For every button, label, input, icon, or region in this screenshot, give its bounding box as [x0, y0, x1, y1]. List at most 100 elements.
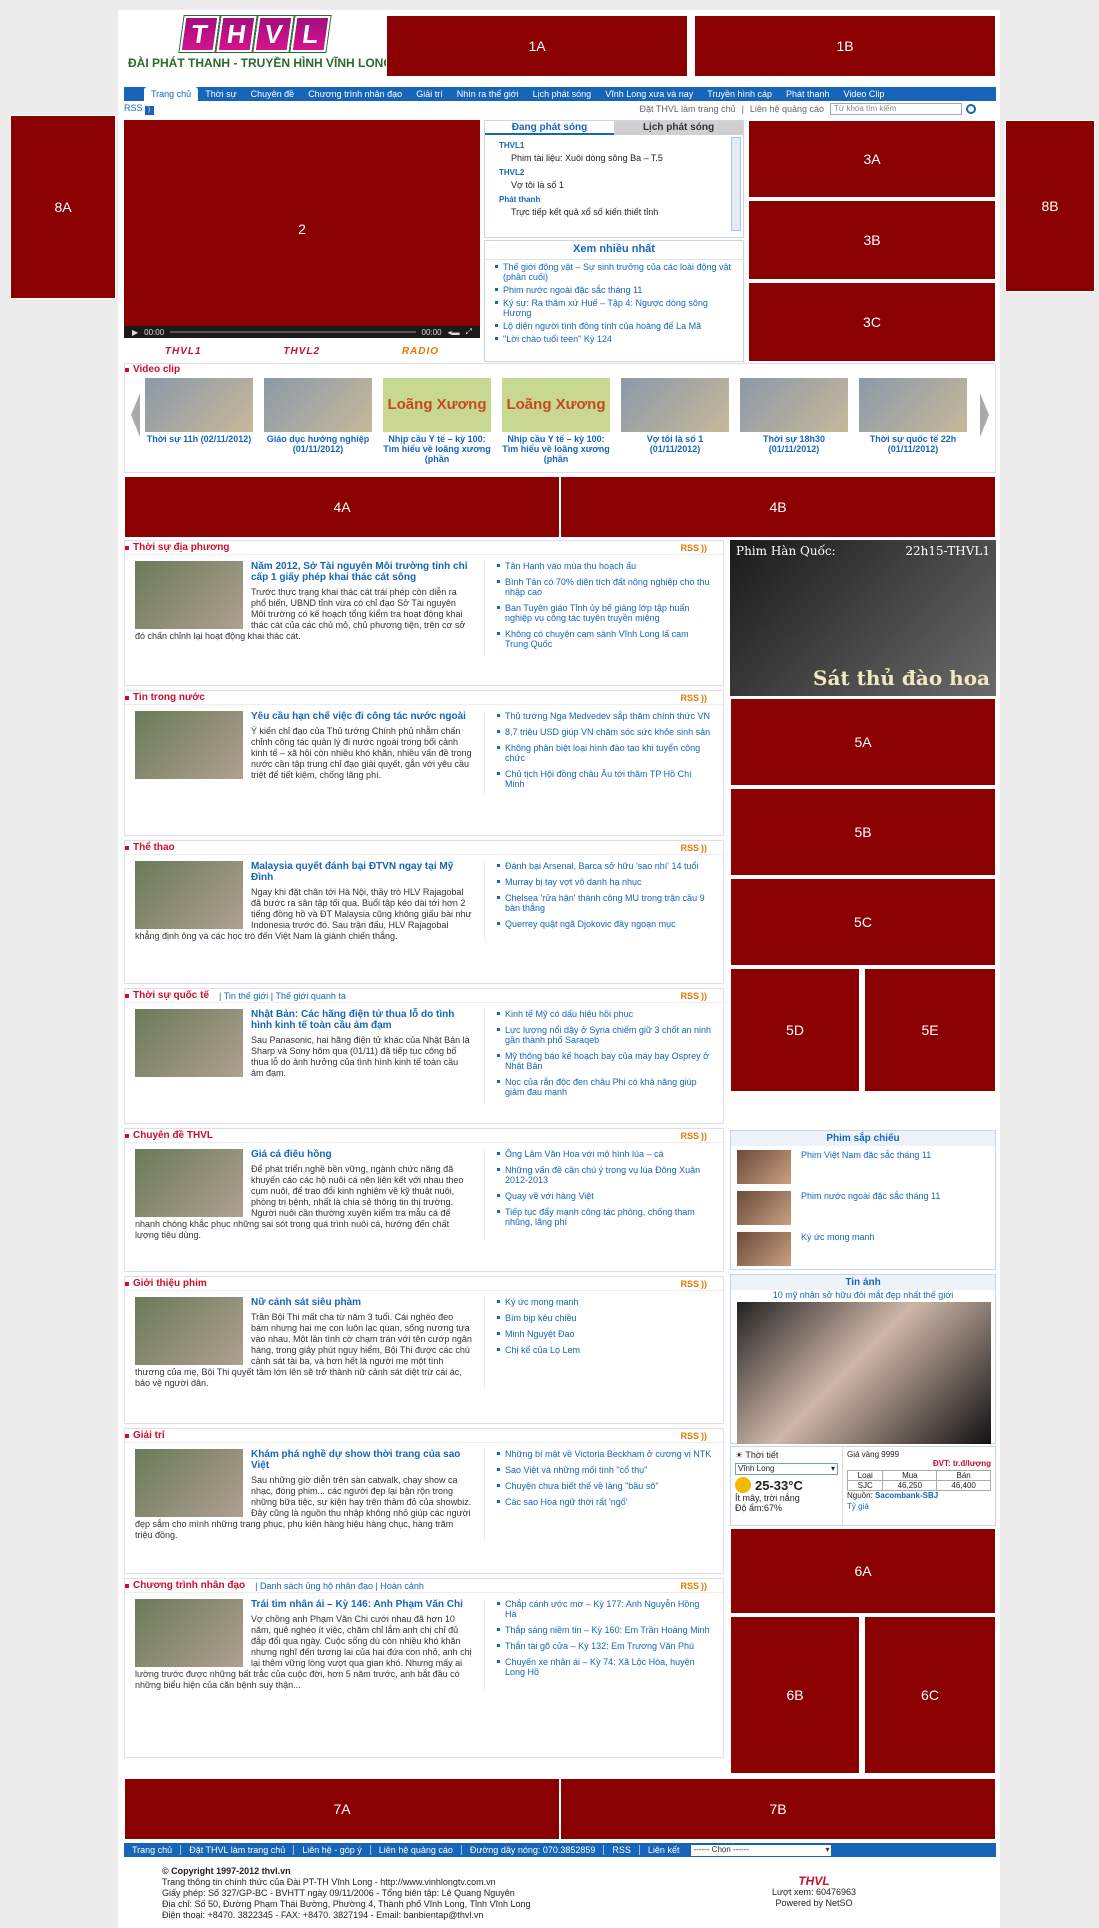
ad-contact-link[interactable]: Liên hệ quảng cáo: [750, 104, 824, 114]
set-homepage-link[interactable]: Đặt THVL làm trang chủ: [640, 104, 736, 114]
news-link[interactable]: Nọc của rắn độc đen châu Phi có khả năng…: [497, 1077, 713, 1097]
ad-5b[interactable]: 5B: [730, 788, 996, 876]
video-item[interactable]: Vợ tôi là số 1 (01/11/2012): [621, 378, 729, 464]
most-viewed-item[interactable]: Lộ diện người tình đồng tính của hoàng đ…: [495, 321, 737, 331]
ad-1a[interactable]: 1A: [386, 15, 688, 77]
search-icon[interactable]: [966, 104, 976, 114]
news-image[interactable]: [135, 1297, 243, 1365]
news-link[interactable]: Chuyến xe nhân ái – Kỳ 74: Xã Lộc Hòa, h…: [497, 1657, 713, 1677]
korean-film-banner[interactable]: Phim Hàn Quốc: 22h15-THVL1 Sát thủ đào h…: [730, 540, 996, 696]
nav-item[interactable]: Chương trình nhân đạo: [301, 89, 409, 99]
news-image[interactable]: [135, 1449, 243, 1517]
photo-caption[interactable]: 10 mỹ nhân sở hữu đôi mắt đẹp nhất thế g…: [731, 1290, 995, 1300]
next-arrow-icon[interactable]: [980, 393, 989, 437]
news-link[interactable]: Ban Tuyên giáo Tỉnh ủy bế giảng lớp tập …: [497, 603, 713, 623]
section-title[interactable]: Video clip: [125, 364, 995, 375]
nav-item[interactable]: Nhìn ra thế giới: [450, 89, 526, 99]
tab-schedule[interactable]: Lịch phát sóng: [614, 121, 743, 135]
ad-8b[interactable]: 8B: [1005, 120, 1095, 292]
news-link[interactable]: Chị kế của Lọ Lem: [497, 1345, 713, 1355]
news-link[interactable]: Thắn tài gõ cửa – Kỳ 132: Em Trương Văn …: [497, 1641, 713, 1651]
rss-icon[interactable]: RSS: [680, 1279, 707, 1289]
news-link[interactable]: Đánh bại Arsenal, Barca sở hữu 'sao nhí'…: [497, 861, 713, 871]
footer-link[interactable]: Liên hệ - góp ý: [294, 1845, 371, 1855]
footer-link[interactable]: Liên hệ quảng cáo: [371, 1845, 462, 1855]
ad-7a[interactable]: 7A: [124, 1778, 560, 1840]
most-viewed-item[interactable]: Thế giới động vật – Sự sinh trưởng của c…: [495, 262, 737, 282]
photo-image[interactable]: [737, 1302, 991, 1444]
news-link[interactable]: Thủ tướng Nga Medvedev sắp thăm chính th…: [497, 711, 713, 721]
news-link[interactable]: Chủ tịch Hội đồng châu Âu tới thăm TP Hồ…: [497, 769, 713, 789]
rss-icon[interactable]: RSS: [680, 1431, 707, 1441]
ad-4b[interactable]: 4B: [560, 476, 996, 538]
exchange-rate-link[interactable]: Tỷ giá: [847, 1502, 991, 1511]
news-link[interactable]: Không phân biệt loại hình đào tạo khi tu…: [497, 743, 713, 763]
ad-6c[interactable]: 6C: [864, 1616, 996, 1774]
news-link[interactable]: Ông Lâm Văn Hoa với mô hình lúa – cá: [497, 1149, 713, 1159]
section-title[interactable]: Giới thiệu phim: [125, 1278, 207, 1289]
section-title[interactable]: Thể thao: [125, 842, 175, 853]
news-link[interactable]: Minh Nguyệt Đao: [497, 1329, 713, 1339]
ad-7b[interactable]: 7B: [560, 1778, 996, 1840]
news-link[interactable]: 8,7 triệu USD giúp VN chăm sóc sức khỏe …: [497, 727, 713, 737]
section-title[interactable]: Thời sự quốc tế: [125, 990, 209, 1001]
news-link[interactable]: Lực lượng nổi dậy ở Syria chiếm giữ 3 ch…: [497, 1025, 713, 1045]
news-link[interactable]: Querrey quật ngã Djokovic đầy ngoạn mục: [497, 919, 713, 929]
news-link[interactable]: Thắp sáng niềm tin – Kỳ 160: Em Trần Hoà…: [497, 1625, 713, 1635]
ad-5a[interactable]: 5A: [730, 698, 996, 786]
prev-arrow-icon[interactable]: [131, 393, 140, 437]
section-title[interactable]: Tin trong nước: [125, 692, 205, 703]
nav-item[interactable]: Video Clip: [837, 89, 892, 99]
news-link[interactable]: Mỹ thông báo kế hoạch bay của máy bay Os…: [497, 1051, 713, 1071]
news-link[interactable]: Tân Hạnh vào mùa thu hoạch ấu: [497, 561, 713, 571]
nav-item[interactable]: Giải trí: [409, 89, 450, 99]
channel-thvl2[interactable]: THVL2: [283, 346, 320, 357]
nav-item[interactable]: Trang chủ: [144, 87, 199, 101]
video-item[interactable]: Loãng Xương Nhịp cầu Y tế – kỳ 100: Tìm h…: [502, 378, 610, 464]
nav-item[interactable]: Phát thanh: [779, 89, 837, 99]
nav-item[interactable]: Lịch phát sóng: [526, 89, 599, 99]
ad-4a[interactable]: 4A: [124, 476, 560, 538]
ad-1b[interactable]: 1B: [694, 15, 996, 77]
section-sublinks[interactable]: | Danh sách ủng hộ nhân đạo | Hoàn cảnh: [255, 1581, 424, 1591]
footer-link[interactable]: Đường dây nóng: 070.3852859: [462, 1845, 605, 1855]
schedule-program[interactable]: Vợ tôi là số 1: [499, 180, 729, 190]
nav-item[interactable]: Vĩnh Long xưa và nay: [598, 89, 700, 99]
schedule-program[interactable]: Trực tiếp kết quả xổ số kiến thiết tỉnh: [499, 207, 729, 217]
channel-thvl1[interactable]: THVL1: [165, 346, 202, 357]
ad-3b[interactable]: 3B: [748, 200, 996, 280]
news-link[interactable]: Không có chuyện cam sành Vĩnh Long lấ ca…: [497, 629, 713, 649]
film-item[interactable]: Ký ức mong manh: [731, 1228, 995, 1269]
powered-by[interactable]: Powered by NetSO: [772, 1898, 856, 1909]
tab-now-playing[interactable]: Đang phát sóng: [485, 121, 614, 135]
nav-item[interactable]: Truyền hình cáp: [700, 89, 779, 99]
site-logo[interactable]: T H V L ĐÀI PHÁT THANH - TRUYỀN HÌNH VĨN…: [124, 14, 393, 76]
news-image[interactable]: [135, 861, 243, 929]
ad-6b[interactable]: 6B: [730, 1616, 860, 1774]
video-item[interactable]: Thời sự 11h (02/11/2012): [145, 378, 253, 464]
section-sublinks[interactable]: | Tin thế giới | Thế giới quanh ta: [219, 991, 346, 1001]
section-title[interactable]: Thời sự địa phương: [125, 542, 229, 553]
news-link[interactable]: Bình Tân có 70% diện tích đất nông nghiệ…: [497, 577, 713, 597]
ad-5c[interactable]: 5C: [730, 878, 996, 966]
rss-icon[interactable]: RSS: [680, 991, 707, 1001]
news-link[interactable]: Các sao Hoa ngữ thời rất 'ngố': [497, 1497, 713, 1507]
ad-8a[interactable]: 8A: [10, 115, 116, 299]
schedule-program[interactable]: Phim tài liệu: Xuôi dòng sông Ba – T.5: [499, 153, 729, 163]
film-item[interactable]: Phim nước ngoài đặc sắc tháng 11: [731, 1187, 995, 1228]
news-image[interactable]: [135, 561, 243, 629]
news-image[interactable]: [135, 1009, 243, 1077]
rss-link[interactable]: RSS): [124, 103, 154, 115]
footer-link[interactable]: RSS: [604, 1845, 640, 1855]
footer-link[interactable]: Trang chủ: [124, 1845, 182, 1855]
news-link[interactable]: Chuyện chưa biết thế về làng "bầu sô": [497, 1481, 713, 1491]
rss-icon[interactable]: RSS: [680, 543, 707, 553]
news-link[interactable]: Chelsea 'rửa hận' thành công MU trong tr…: [497, 893, 713, 913]
video-item[interactable]: Giáo dục hướng nghiệp (01/11/2012): [264, 378, 372, 464]
video-item[interactable]: Loãng Xương Nhịp cầu Y tế – kỳ 100: Tìm h…: [383, 378, 491, 464]
rss-icon[interactable]: RSS: [680, 693, 707, 703]
ad-3c[interactable]: 3C: [748, 282, 996, 362]
news-link[interactable]: Kinh tế Mỹ có dấu hiệu hồi phục: [497, 1009, 713, 1019]
play-icon[interactable]: ▶: [132, 328, 138, 337]
news-link[interactable]: Những bí mật về Victoria Beckham ở cương…: [497, 1449, 713, 1459]
